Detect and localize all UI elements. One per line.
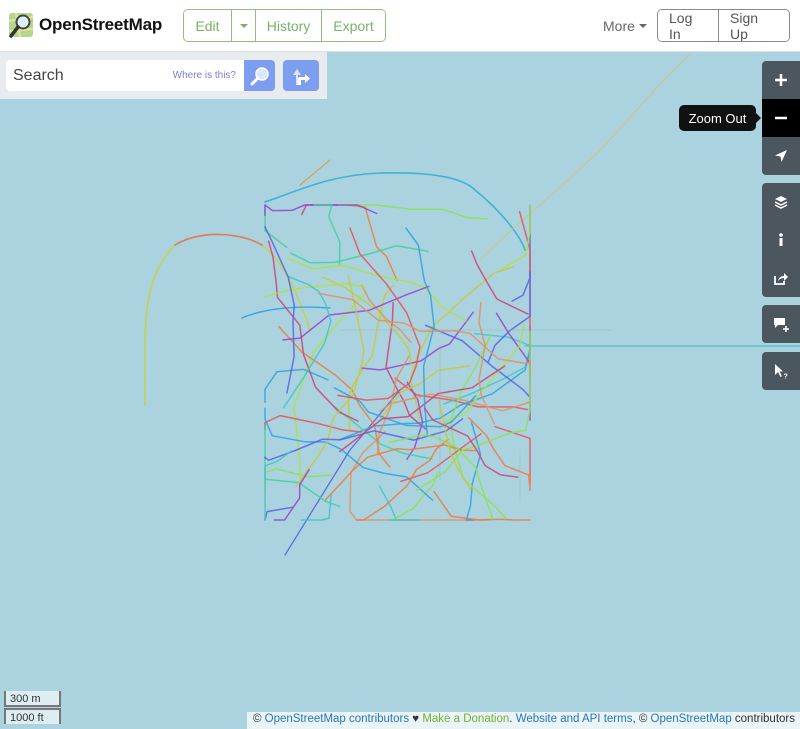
more-menu[interactable]: More bbox=[603, 18, 647, 34]
gps-trace bbox=[487, 271, 531, 363]
gps-trace bbox=[415, 331, 531, 492]
caret-down-icon bbox=[239, 23, 248, 28]
gps-trace bbox=[391, 471, 439, 521]
add-note-icon bbox=[774, 318, 789, 332]
attribution-comma: , © bbox=[632, 713, 648, 725]
share-icon bbox=[774, 273, 788, 285]
query-controls: ? bbox=[762, 352, 800, 390]
locate-button[interactable] bbox=[762, 137, 800, 175]
gps-trace bbox=[479, 54, 691, 261]
gps-trace bbox=[264, 414, 362, 433]
edit-button[interactable]: Edit bbox=[184, 10, 232, 41]
zoom-in-button[interactable] bbox=[762, 61, 800, 99]
gps-trace bbox=[500, 204, 531, 270]
attribution-bar: © OpenStreetMap contributors ♥ Make a Do… bbox=[246, 712, 800, 729]
magnifier-icon bbox=[250, 66, 269, 85]
map-tools-controls bbox=[762, 183, 800, 297]
more-label: More bbox=[603, 18, 635, 34]
search-panel: Where is this? bbox=[0, 52, 327, 99]
osm-contributors-link[interactable]: OpenStreetMap contributors bbox=[265, 713, 409, 725]
copyright-symbol: © bbox=[252, 713, 262, 725]
gps-trace bbox=[264, 368, 329, 403]
share-button[interactable] bbox=[762, 259, 800, 297]
directions-button[interactable] bbox=[283, 60, 319, 91]
gps-trace bbox=[317, 292, 531, 365]
directions-icon bbox=[293, 68, 310, 85]
terms-link[interactable]: Website and API terms bbox=[516, 713, 633, 725]
attribution-dot: . bbox=[509, 713, 513, 725]
info-icon bbox=[779, 233, 783, 246]
history-button[interactable]: History bbox=[256, 10, 322, 41]
caret-down-icon bbox=[638, 24, 647, 28]
auth-button-group: Log In Sign Up bbox=[657, 9, 790, 42]
scale-imperial: 1000 ft bbox=[4, 708, 61, 724]
gps-trace bbox=[264, 204, 378, 216]
search-box: Where is this? bbox=[6, 60, 244, 91]
donate-link[interactable]: Make a Donation bbox=[422, 713, 509, 725]
gps-trace bbox=[338, 365, 506, 453]
gps-traces-layer bbox=[143, 54, 800, 556]
note-controls bbox=[762, 305, 800, 343]
svg-text:?: ? bbox=[784, 374, 788, 380]
map-canvas[interactable] bbox=[0, 52, 800, 729]
map-data-button[interactable] bbox=[762, 221, 800, 259]
gps-trace bbox=[378, 485, 420, 521]
gps-trace bbox=[264, 468, 332, 494]
search-button[interactable] bbox=[244, 60, 275, 91]
gps-trace bbox=[313, 204, 341, 265]
plus-icon bbox=[775, 74, 787, 86]
gps-trace bbox=[333, 387, 477, 428]
where-is-this-link[interactable]: Where is this? bbox=[173, 70, 236, 81]
gps-trace bbox=[282, 275, 332, 409]
osm-link[interactable]: OpenStreetMap bbox=[651, 713, 732, 725]
contributors-text: contributors bbox=[731, 713, 795, 725]
zoom-out-tooltip: Zoom Out bbox=[679, 105, 761, 131]
heart-icon: ♥ bbox=[412, 713, 420, 725]
layers-button[interactable] bbox=[762, 183, 800, 221]
gps-trace bbox=[338, 325, 531, 441]
gps-trace bbox=[273, 468, 310, 521]
top-navbar: OpenStreetMap Edit History Export More L… bbox=[0, 0, 800, 52]
layers-icon bbox=[774, 196, 788, 209]
cursor-question-icon: ? bbox=[775, 364, 788, 380]
login-button[interactable]: Log In bbox=[658, 10, 719, 41]
gps-trace bbox=[143, 233, 311, 406]
edit-button-group: Edit History Export bbox=[183, 9, 386, 42]
edit-dropdown-button[interactable] bbox=[232, 10, 256, 41]
zoom-controls bbox=[762, 61, 800, 175]
osm-logo-icon bbox=[8, 12, 34, 38]
signup-button[interactable]: Sign Up bbox=[719, 10, 789, 41]
query-features-button[interactable]: ? bbox=[762, 352, 800, 390]
location-arrow-icon bbox=[775, 150, 787, 162]
add-note-button[interactable] bbox=[762, 305, 800, 343]
minus-icon bbox=[775, 116, 787, 120]
gps-trace bbox=[478, 301, 496, 425]
gps-trace bbox=[337, 227, 421, 401]
gps-trace bbox=[174, 233, 263, 246]
gps-trace bbox=[322, 276, 413, 366]
gps-trace bbox=[388, 434, 494, 521]
brand-name: OpenStreetMap bbox=[39, 15, 163, 34]
export-button[interactable]: Export bbox=[322, 10, 385, 41]
scale-metric: 300 m bbox=[4, 691, 61, 707]
brand-logo[interactable]: OpenStreetMap bbox=[8, 11, 162, 39]
zoom-out-button[interactable] bbox=[762, 99, 800, 137]
search-input[interactable] bbox=[13, 66, 163, 85]
